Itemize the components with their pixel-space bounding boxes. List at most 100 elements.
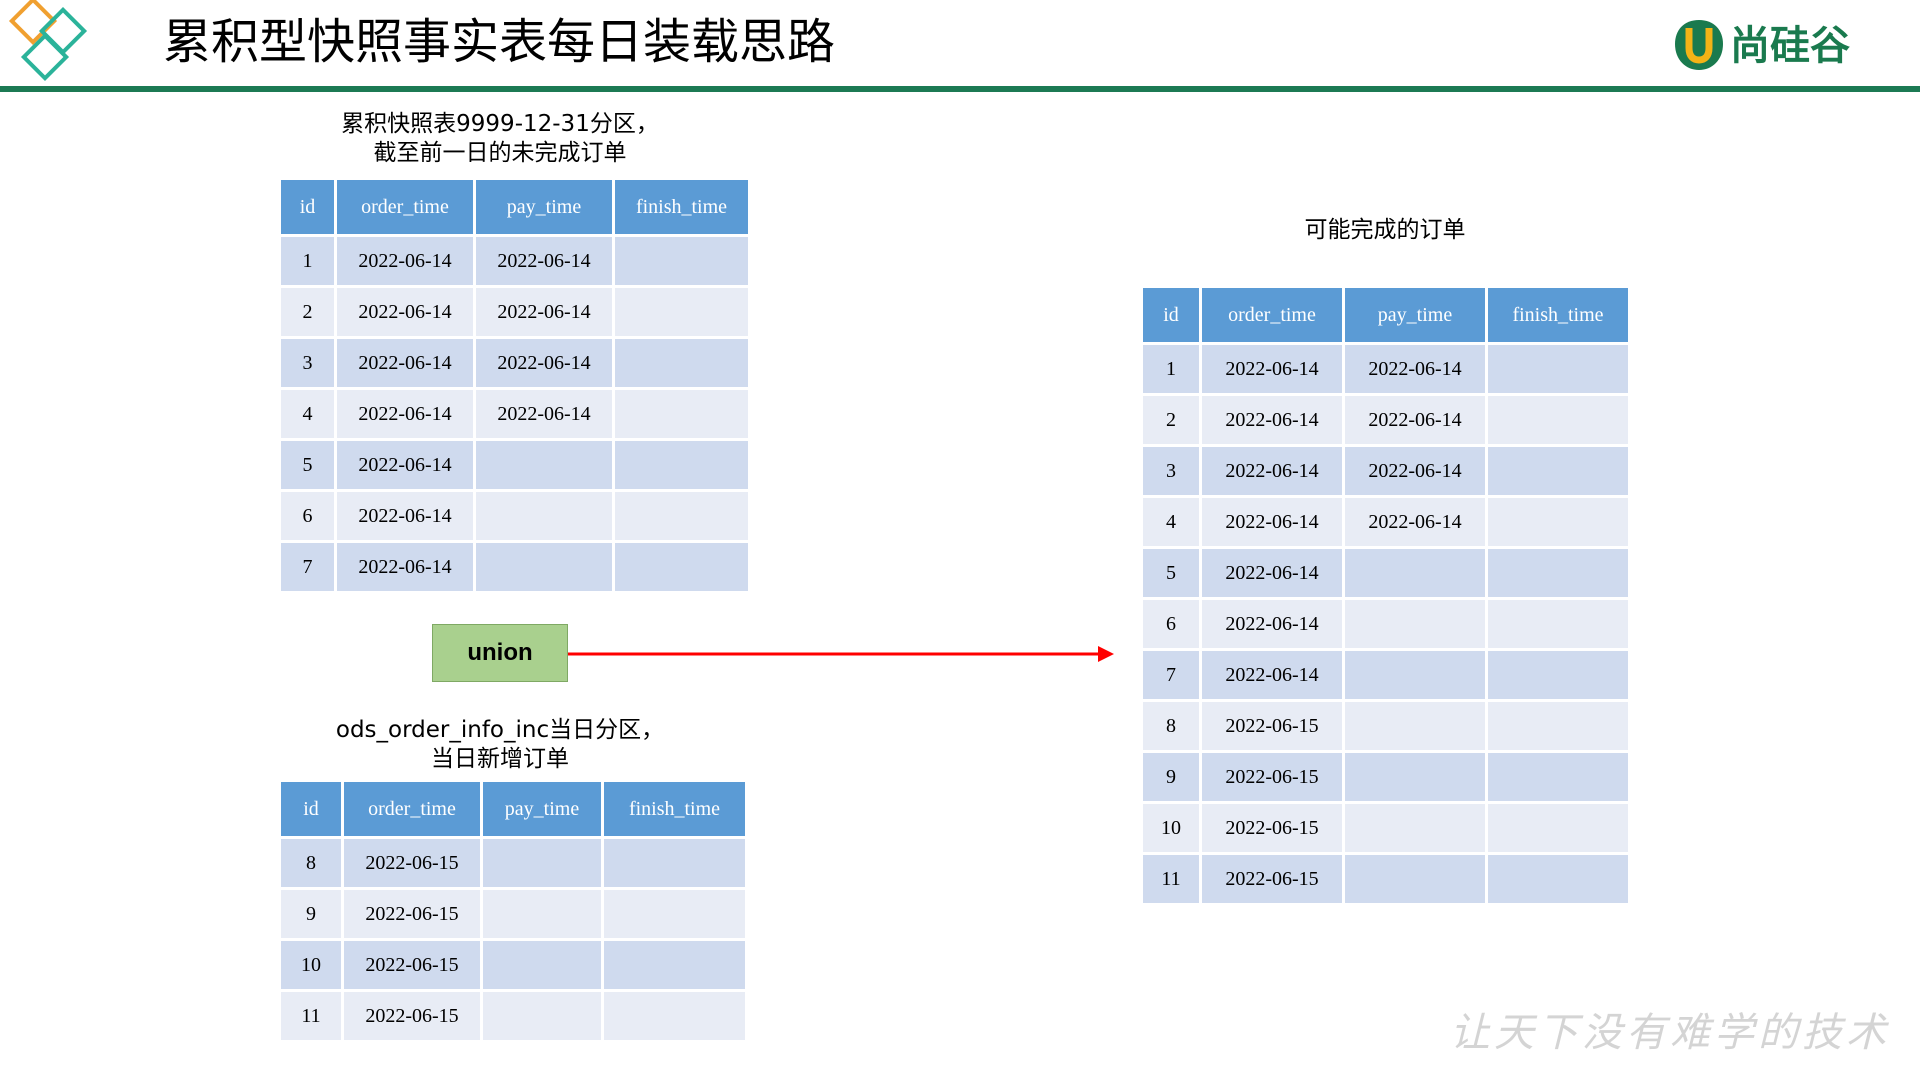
table-cell: 4 — [281, 390, 334, 438]
table-cell — [1488, 804, 1628, 852]
column-header: order_time — [1202, 288, 1342, 342]
snapshot-table: id order_time pay_time finish_time 1 2022-06-… — [278, 177, 751, 594]
column-header: finish_time — [604, 782, 745, 836]
table-row: 6 2022-06-14 — [281, 492, 748, 540]
table-cell: 11 — [281, 992, 341, 1040]
table-cell: 2022-06-14 — [1345, 447, 1485, 495]
result-table-caption: 可能完成的订单 — [1304, 217, 1466, 243]
table-row: 7 2022-06-14 — [1143, 651, 1628, 699]
u-badge-icon — [1675, 20, 1723, 70]
table-cell: 7 — [1143, 651, 1199, 699]
table-cell: 2022-06-14 — [476, 339, 612, 387]
table-cell — [604, 992, 745, 1040]
table-cell: 2 — [281, 288, 334, 336]
column-header: order_time — [337, 180, 473, 234]
column-header: order_time — [344, 782, 480, 836]
table-cell: 2022-06-15 — [1202, 702, 1342, 750]
table-cell: 2022-06-14 — [337, 492, 473, 540]
table-cell — [483, 839, 601, 887]
table-cell — [1488, 345, 1628, 393]
table-cell: 2022-06-14 — [1345, 345, 1485, 393]
table-cell — [1488, 600, 1628, 648]
table-cell — [1488, 447, 1628, 495]
column-header: pay_time — [476, 180, 612, 234]
table-cell: 1 — [1143, 345, 1199, 393]
table-cell: 2022-06-14 — [337, 543, 473, 591]
table-cell — [615, 492, 748, 540]
table-cell — [604, 839, 745, 887]
table-cell: 2022-06-15 — [1202, 804, 1342, 852]
table-cell: 1 — [281, 237, 334, 285]
table-cell: 6 — [1143, 600, 1199, 648]
table-cell: 10 — [281, 941, 341, 989]
table-cell — [1345, 651, 1485, 699]
table-cell: 2022-06-14 — [1202, 345, 1342, 393]
table-cell — [615, 237, 748, 285]
table-cell: 2022-06-15 — [1202, 855, 1342, 903]
table-cell — [1345, 804, 1485, 852]
table-row: 3 2022-06-14 2022-06-14 — [281, 339, 748, 387]
table-cell — [483, 992, 601, 1040]
table-cell: 9 — [281, 890, 341, 938]
arrow-right-icon — [568, 646, 1114, 662]
table-cell — [1488, 651, 1628, 699]
table-cell: 2022-06-14 — [1202, 498, 1342, 546]
top-table-caption: 累积快照表9999-12-31分区， 截至前一日的未完成订单 — [280, 110, 720, 168]
table-cell: 2022-06-14 — [1202, 651, 1342, 699]
column-header: id — [281, 180, 334, 234]
slogan-watermark: 让天下没有难学的技术 — [1450, 1010, 1890, 1056]
table-cell: 2022-06-14 — [337, 390, 473, 438]
table-cell — [1488, 855, 1628, 903]
column-header: id — [281, 782, 341, 836]
column-header: pay_time — [1345, 288, 1485, 342]
table-cell — [1488, 498, 1628, 546]
table-row: 8 2022-06-15 — [1143, 702, 1628, 750]
table-cell: 5 — [281, 441, 334, 489]
table-cell — [615, 543, 748, 591]
header-row: id order_time pay_time finish_time — [281, 782, 745, 836]
table-cell: 6 — [281, 492, 334, 540]
column-header: id — [1143, 288, 1199, 342]
new-orders-table: id order_time pay_time finish_time 8 2022-06-… — [278, 779, 748, 1043]
table-cell — [615, 288, 748, 336]
table-cell — [476, 492, 612, 540]
brand-logo: 尚硅谷 — [1672, 16, 1892, 78]
column-header: finish_time — [615, 180, 748, 234]
table-row: 2 2022-06-14 2022-06-14 — [1143, 396, 1628, 444]
table-row: 2 2022-06-14 2022-06-14 — [281, 288, 748, 336]
table-cell: 2022-06-14 — [1345, 396, 1485, 444]
table-row: 5 2022-06-14 — [1143, 549, 1628, 597]
table-row: 11 2022-06-15 — [281, 992, 745, 1040]
table-row: 1 2022-06-14 2022-06-14 — [281, 237, 748, 285]
diamond-logo-icon — [8, 0, 88, 82]
top-table-caption-line1: 累积快照表9999-12-31分区， — [341, 111, 659, 137]
table-cell: 4 — [1143, 498, 1199, 546]
table-cell: 2022-06-15 — [344, 992, 480, 1040]
table-row: 7 2022-06-14 — [281, 543, 748, 591]
table-cell — [1488, 549, 1628, 597]
table-cell — [1488, 396, 1628, 444]
table-cell — [604, 941, 745, 989]
table-cell: 2022-06-14 — [337, 441, 473, 489]
table-cell: 2022-06-15 — [344, 890, 480, 938]
table-cell: 2022-06-14 — [1345, 498, 1485, 546]
bottom-table-caption-line2: 当日新增订单 — [431, 746, 569, 772]
table-row: 4 2022-06-14 2022-06-14 — [281, 390, 748, 438]
table-row: 9 2022-06-15 — [281, 890, 745, 938]
table-cell — [615, 390, 748, 438]
result-table: id order_time pay_time finish_time 1 2022-06-… — [1140, 285, 1631, 906]
table-cell: 2022-06-14 — [337, 288, 473, 336]
table-cell — [1345, 753, 1485, 801]
header-row: id order_time pay_time finish_time — [281, 180, 748, 234]
table-cell: 3 — [1143, 447, 1199, 495]
table-cell: 7 — [281, 543, 334, 591]
column-header: pay_time — [483, 782, 601, 836]
column-header: finish_time — [1488, 288, 1628, 342]
table-cell: 2 — [1143, 396, 1199, 444]
table-cell — [1345, 600, 1485, 648]
header-divider — [0, 86, 1920, 92]
table-cell — [476, 441, 612, 489]
table-cell: 2022-06-14 — [1202, 549, 1342, 597]
table-row: 10 2022-06-15 — [1143, 804, 1628, 852]
table-cell — [476, 543, 612, 591]
